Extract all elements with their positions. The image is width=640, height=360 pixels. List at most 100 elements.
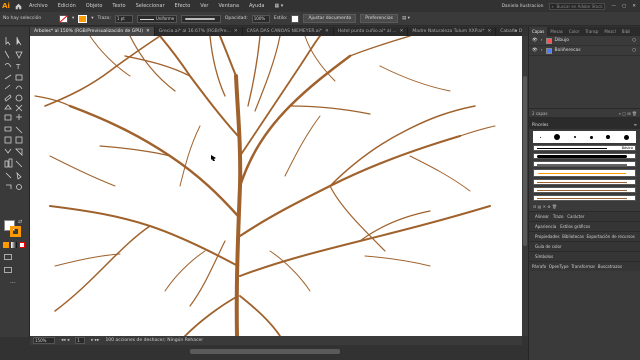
color-mode-icon[interactable] [3,242,9,248]
tabs-overflow-icon[interactable]: » [514,28,517,34]
layer-row-boliñerecas[interactable]: 👁 › Boliñerecas ○ [529,46,640,56]
tab-grecia[interactable]: Grecia.ai* al 16.67% (RGB/Pre... ✕ [155,27,243,36]
expand-chevron-icon[interactable]: › [541,38,543,43]
stroke-color-swatch[interactable] [10,226,21,237]
panel-group-propiedades[interactable]: Propiedades Bibliotecas Exportación de r… [529,231,640,241]
tab-trazo[interactable]: Trazo [553,214,564,219]
workspace-switcher-icon[interactable]: ▦ ▾ [269,3,288,9]
preferences-button[interactable]: Preferencias [360,14,398,23]
tab-transparencia[interactable]: Transp [582,27,601,36]
tab-apariencia[interactable]: Apariencia [535,224,556,229]
close-icon[interactable]: ✕ [632,4,636,9]
brushes-footer[interactable]: ⊟ ▤ ✕ ⊕ 🗑 [529,203,640,211]
stroke-dropdown-icon[interactable]: ▾ [91,16,93,21]
swap-colors-icon[interactable]: ⇄ [18,219,22,225]
menu-ayuda[interactable]: Ayuda [244,3,269,9]
tab-arboles[interactable]: Arboles* al 150% (RGB/Previsualización d… [30,27,155,36]
brush-definition-select[interactable] [180,14,221,23]
tab-color[interactable]: Color [566,27,582,36]
menu-objeto[interactable]: Objeto [81,3,108,9]
tab-simbolos[interactable]: Símbolos [535,254,553,259]
artboard-number-input[interactable]: 1 [75,337,86,344]
tab-cabana[interactable]: Cabaña Djord f... [496,27,522,36]
maximize-icon[interactable]: ▢ [622,4,626,9]
brush-stroke-3[interactable] [533,161,636,167]
fill-swatch[interactable] [59,14,68,23]
panel-group-simbolos[interactable]: Símbolos [529,251,640,261]
gradient-mode-icon[interactable] [11,242,17,248]
type-tool-icon[interactable] [14,61,23,69]
visibility-eye-icon[interactable]: 👁 [532,38,538,43]
home-icon[interactable] [12,0,24,12]
minimize-icon[interactable]: — [611,4,616,9]
layer-actions-icons[interactable]: ⌕ ▢ ⊞ 🗑 [619,111,637,116]
direct-selection-tool-icon[interactable] [14,35,23,43]
artboard-canvas[interactable] [30,36,522,336]
artboard-nav-icon[interactable]: ◂◂ ◂ [61,338,69,343]
stock-search-input[interactable]: ⌕ Buscar en Adobe Stock [549,2,606,10]
layer-target-icon[interactable]: ○ [632,38,636,43]
menu-texto[interactable]: Texto [107,3,130,9]
tab-parrafo[interactable]: Párrafo [532,264,546,269]
brushes-panel-header[interactable]: Pinceles ≡ [529,121,640,129]
document-setup-button[interactable]: Ajustar documento [303,14,357,23]
artboard-next-icon[interactable]: ▸ ▸▸ [91,338,99,343]
tab-close-icon[interactable]: ✕ [400,27,404,36]
tab-caracter[interactable]: Carácter [567,214,584,219]
tab-estilos-graficos[interactable]: Estilos gráficos [560,224,590,229]
tab-capas[interactable]: Capas [529,27,548,36]
tab-close-icon[interactable]: ✕ [325,27,329,36]
tab-propiedades[interactable]: Propiedades [535,234,560,239]
tab-bibliotecas[interactable]: Bibliotecas [562,234,584,239]
scroll-thumb[interactable] [523,76,527,246]
arrange-icon[interactable]: ▤ ▾ [402,16,410,21]
opacity-input[interactable]: 100% [251,14,270,23]
brush-stroke-5[interactable] [533,179,636,185]
brush-dot[interactable] [574,136,577,138]
tab-exportacion[interactable]: Exportación de recursos [586,234,634,239]
visibility-eye-icon[interactable]: 👁 [532,48,538,53]
tab-alinear[interactable]: Alinear [535,214,549,219]
tab-opentype[interactable]: OpenType [549,264,569,269]
panel-group-apariencia[interactable]: Apariencia Estilos gráficos [529,221,640,231]
tab-bibliotecas[interactable]: Bibli [619,27,634,36]
panel-menu-icon[interactable]: ≡ [634,121,637,129]
tab-guia-color[interactable]: Guía de color [535,244,562,249]
fill-dropdown-icon[interactable]: ▾ [72,16,74,21]
tab-close-icon[interactable]: ✕ [487,27,491,36]
zoom-tool-icon[interactable] [14,182,23,190]
status-info[interactable]: 100 acciones de deshacer; Ningún Rehacer [105,338,203,343]
tab-close-icon[interactable]: ✕ [146,27,150,36]
brush-dot[interactable] [539,136,541,138]
layer-name[interactable]: Dibujo [555,38,569,43]
brush-stroke-4[interactable] [533,169,636,177]
screen-mode-icon[interactable] [4,267,12,273]
layer-name[interactable]: Boliñerecas [555,48,581,53]
tab-casa-das-canoas[interactable]: CASA DAS CANOAS NIEMEYER.ai* ✕ [243,27,334,36]
none-mode-icon[interactable] [19,242,25,248]
tab-mesas[interactable]: Mesas [547,27,566,36]
more-tools-icon[interactable]: ··· [10,280,16,287]
user-name[interactable]: Daniela Ilustracion [501,4,543,9]
stroke-swatch[interactable] [78,14,88,23]
tab-transformar[interactable]: Transformar [571,264,595,269]
brush-dot[interactable] [606,135,611,139]
menu-archivo[interactable]: Archivo [24,3,53,9]
layer-row-dibujo[interactable]: 👁 › Dibujo ○ [529,36,640,46]
brush-dot[interactable] [624,134,630,140]
menu-efecto[interactable]: Efecto [170,3,196,9]
draw-mode-icon[interactable] [4,254,12,260]
tab-hotel[interactable]: Hotel punta cuñio.ai* al ... ✕ [334,27,409,36]
scroll-thumb[interactable] [190,349,340,354]
tab-mezcla[interactable]: Mezcl [601,27,618,36]
brush-stroke-1[interactable]: Básico [533,145,636,151]
menu-ver[interactable]: Ver [195,3,213,9]
layer-target-icon[interactable]: ○ [632,48,636,53]
panel-group-parrafo[interactable]: Párrafo OpenType Transformar Buscatrazos [529,261,640,271]
brush-dot[interactable] [554,134,561,140]
tab-madre-naturaleza[interactable]: Madre Naturaleza Tulum XXP.ai* ✕ [408,27,497,36]
selection-tool-icon[interactable] [2,35,11,43]
brush-tool-icon[interactable] [2,83,11,91]
panel-group-alinear[interactable]: Alinear Trazo Carácter [529,211,640,221]
brush-stroke-7[interactable] [533,195,636,201]
